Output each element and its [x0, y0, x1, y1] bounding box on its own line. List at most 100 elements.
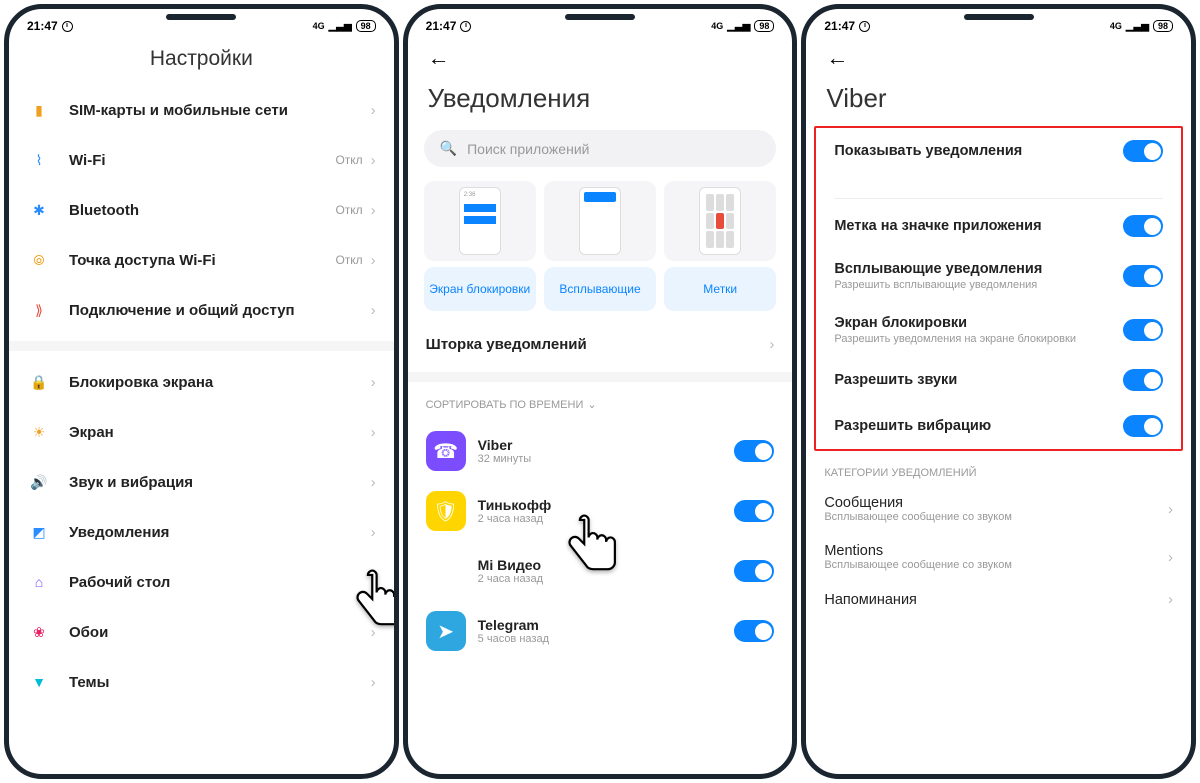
- search-input[interactable]: 🔍 Поиск приложений: [424, 130, 777, 167]
- chevron-right-icon: ›: [371, 474, 376, 491]
- settings-row[interactable]: ❀ Обои ›: [9, 607, 394, 657]
- status-time: 21:47: [27, 19, 58, 33]
- settings-row[interactable]: ☀ Экран ›: [9, 407, 394, 457]
- back-button[interactable]: ←: [408, 37, 793, 79]
- row-label: Подключение и общий доступ: [69, 302, 371, 319]
- chevron-right-icon: ›: [1168, 501, 1173, 518]
- sort-header[interactable]: СОРТИРОВАТЬ ПО ВРЕМЕНИ ⌄: [408, 388, 793, 421]
- setting-toggle-row[interactable]: Экран блокировки Разрешить уведомления н…: [816, 303, 1181, 357]
- battery-icon: 98: [356, 20, 376, 32]
- settings-row[interactable]: ⌂ Рабочий стол ›: [9, 557, 394, 607]
- row-label: Обои: [69, 624, 371, 641]
- categories-header: КАТЕГОРИИ УВЕДОМЛЕНИЙ: [806, 451, 1191, 485]
- toggle-switch[interactable]: [1123, 265, 1163, 287]
- type-lockscreen[interactable]: Экран блокировки: [424, 181, 536, 311]
- category-label: Сообщения: [824, 495, 1168, 511]
- toggle-switch[interactable]: [734, 620, 774, 642]
- toggle-label: Экран блокировки: [834, 315, 1123, 331]
- page-title: Viber: [806, 79, 1191, 126]
- toggle-label: Показывать уведомления: [834, 143, 1123, 159]
- signal-bars: ▁▃▅: [727, 21, 750, 32]
- setting-toggle-row[interactable]: Метка на значке приложения: [816, 203, 1181, 249]
- app-icon: ▶: [426, 551, 466, 591]
- setting-toggle-row[interactable]: Всплывающие уведомления Разрешить всплыв…: [816, 249, 1181, 303]
- chevron-right-icon: ›: [769, 336, 774, 353]
- toggle-label: Всплывающие уведомления: [834, 261, 1123, 277]
- type-floating[interactable]: Всплывающие: [544, 181, 656, 311]
- app-row[interactable]: ➤ Telegram 5 часов назад: [408, 601, 793, 661]
- highlighted-section: Показывать уведомления Метка на значке п…: [814, 126, 1183, 451]
- setting-toggle-row[interactable]: Разрешить вибрацию: [816, 403, 1181, 449]
- category-row[interactable]: Сообщения Всплывающее сообщение со звуко…: [806, 485, 1191, 533]
- signal-icon: 4G: [1110, 21, 1122, 31]
- app-subtitle: 2 часа назад: [478, 573, 735, 585]
- row-label: Точка доступа Wi-Fi: [69, 252, 335, 269]
- status-bar: 21:47 4G▁▃▅98: [408, 9, 793, 37]
- notification-types: Экран блокировки Всплывающие Метки: [408, 181, 793, 311]
- settings-row[interactable]: ▼ Темы ›: [9, 657, 394, 707]
- settings-row[interactable]: 🔊 Звук и вибрация ›: [9, 457, 394, 507]
- type-badge[interactable]: Метки: [664, 181, 776, 311]
- toggle-switch[interactable]: [1123, 215, 1163, 237]
- status-bar: 21:47 4G▁▃▅98: [806, 9, 1191, 37]
- row-icon: ⟫: [27, 298, 51, 322]
- app-name: Mi Видео: [478, 557, 735, 573]
- category-row[interactable]: Напоминания ›: [806, 581, 1191, 618]
- chevron-right-icon: ›: [1168, 591, 1173, 608]
- row-icon: ▮: [27, 98, 51, 122]
- settings-list: ▮ SIM-карты и мобильные сети › ⌇ Wi-Fi О…: [9, 85, 394, 774]
- toggle-switch[interactable]: [734, 560, 774, 582]
- battery-icon: 98: [1153, 20, 1173, 32]
- back-button[interactable]: ←: [806, 37, 1191, 79]
- status-bar: 21:47 4G▁▃▅98: [9, 9, 394, 37]
- row-status: Откл: [335, 153, 362, 167]
- category-label: Mentions: [824, 543, 1168, 559]
- settings-row[interactable]: ⟫ Подключение и общий доступ ›: [9, 285, 394, 335]
- toggle-switch[interactable]: [1123, 319, 1163, 341]
- app-row[interactable]: ▶ Mi Видео 2 часа назад: [408, 541, 793, 601]
- settings-row[interactable]: ⦾ Точка доступа Wi-Fi Откл ›: [9, 235, 394, 285]
- chevron-right-icon: ›: [371, 674, 376, 691]
- row-icon: 🔒: [27, 370, 51, 394]
- toggle-switch[interactable]: [734, 440, 774, 462]
- search-icon: 🔍: [440, 140, 457, 157]
- category-subtitle: Всплывающее сообщение со звуком: [824, 511, 1168, 523]
- app-row[interactable]: 🛡 Тинькофф 2 часа назад: [408, 481, 793, 541]
- toggle-subtitle: Разрешить уведомления на экране блокиров…: [834, 333, 1123, 345]
- toggle-switch[interactable]: [1123, 369, 1163, 391]
- row-icon: ◩: [27, 520, 51, 544]
- alarm-icon: [62, 21, 73, 32]
- row-icon: 🔊: [27, 470, 51, 494]
- setting-toggle-row[interactable]: Показывать уведомления: [816, 128, 1181, 174]
- row-icon: ✱: [27, 198, 51, 222]
- chevron-right-icon: ›: [371, 624, 376, 641]
- notification-shade-row[interactable]: Шторка уведомлений ›: [408, 323, 793, 366]
- toggle-switch[interactable]: [734, 500, 774, 522]
- page-title: Уведомления: [408, 79, 793, 126]
- row-icon: ❀: [27, 620, 51, 644]
- phone-notifications: 21:47 4G▁▃▅98 ← Уведомления 🔍 Поиск прил…: [403, 4, 798, 779]
- settings-row[interactable]: ◩ Уведомления ›: [9, 507, 394, 557]
- toggle-switch[interactable]: [1123, 415, 1163, 437]
- settings-row[interactable]: 🔒 Блокировка экрана ›: [9, 357, 394, 407]
- divider: [9, 341, 394, 351]
- signal-icon: 4G: [711, 21, 723, 31]
- row-label: Блокировка экрана: [69, 374, 371, 391]
- alarm-icon: [859, 21, 870, 32]
- divider: [408, 372, 793, 382]
- toggle-switch[interactable]: [1123, 140, 1163, 162]
- settings-row[interactable]: ⌇ Wi-Fi Откл ›: [9, 135, 394, 185]
- chevron-down-icon: ⌄: [587, 398, 596, 411]
- signal-bars: ▁▃▅: [329, 21, 352, 32]
- row-icon: ☀: [27, 420, 51, 444]
- app-name: Telegram: [478, 617, 735, 633]
- chevron-right-icon: ›: [371, 524, 376, 541]
- settings-row[interactable]: ✱ Bluetooth Откл ›: [9, 185, 394, 235]
- row-label: Уведомления: [69, 524, 371, 541]
- phone-viber: 21:47 4G▁▃▅98 ← Viber Показывать уведомл…: [801, 4, 1196, 779]
- setting-toggle-row[interactable]: Разрешить звуки: [816, 357, 1181, 403]
- app-row[interactable]: ☎ Viber 32 минуты: [408, 421, 793, 481]
- row-label: SIM-карты и мобильные сети: [69, 102, 371, 119]
- settings-row[interactable]: ▮ SIM-карты и мобильные сети ›: [9, 85, 394, 135]
- category-row[interactable]: Mentions Всплывающее сообщение со звуком…: [806, 533, 1191, 581]
